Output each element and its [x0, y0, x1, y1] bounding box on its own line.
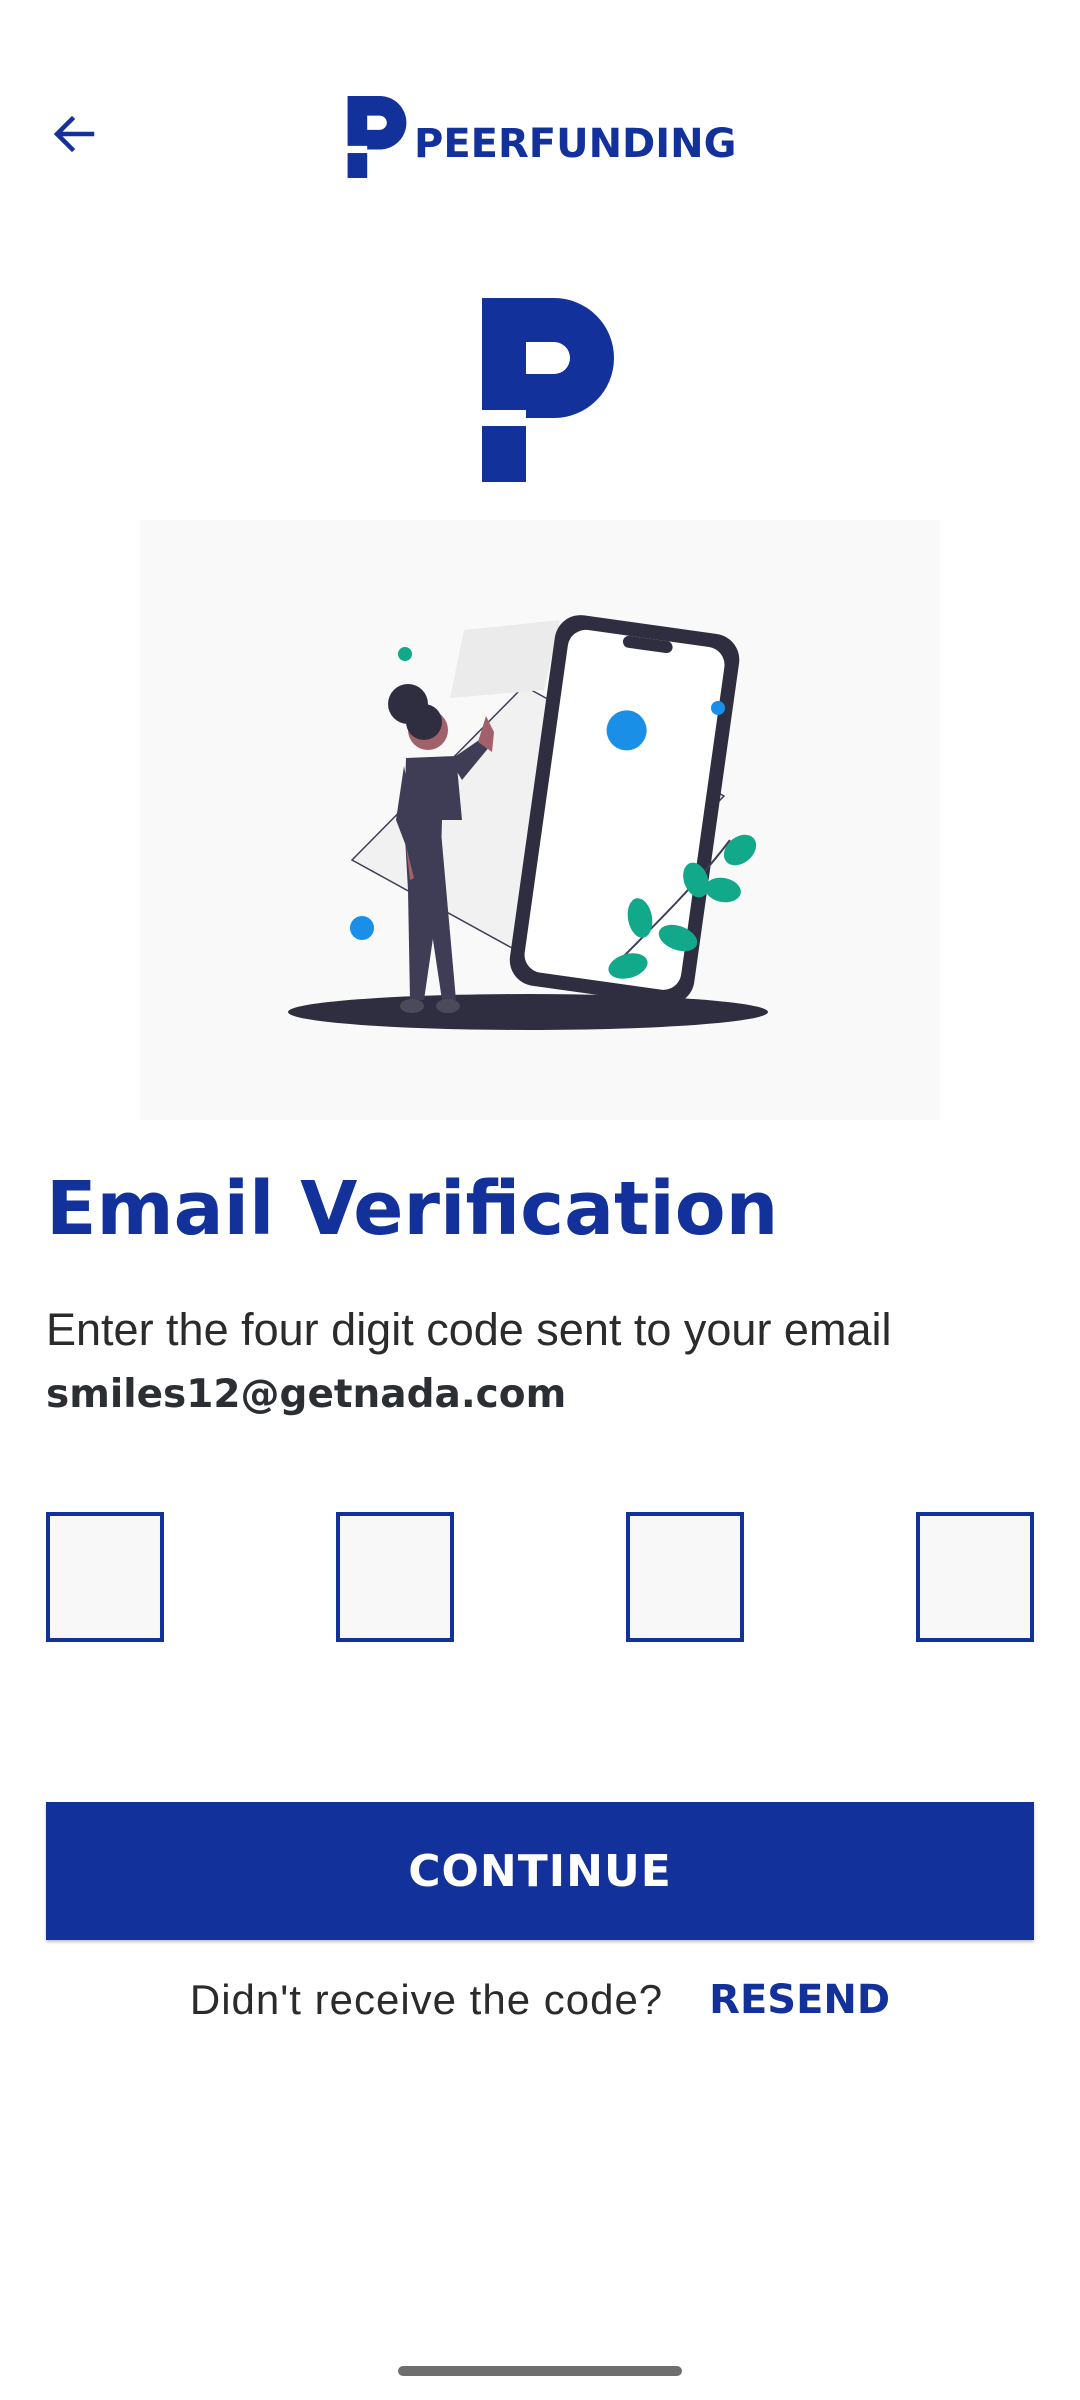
code-digit-1-input[interactable]: [46, 1512, 164, 1642]
brand-logo: PEERFUNDING: [346, 94, 736, 180]
top-bar: PEERFUNDING: [0, 0, 1080, 230]
instruction-text: Enter the four digit code sent to your e…: [46, 1304, 892, 1355]
continue-button[interactable]: CONTINUE: [46, 1802, 1034, 1940]
resend-row: Didn't receive the code? RESEND: [0, 1976, 1080, 2024]
resend-link[interactable]: RESEND: [709, 1977, 890, 2023]
code-digit-4-input[interactable]: [916, 1512, 1034, 1642]
peerfunding-mark-icon: [482, 298, 614, 482]
home-indicator[interactable]: [398, 2366, 682, 2376]
verification-illustration: [140, 520, 940, 1120]
arrow-left-icon: [53, 115, 95, 153]
code-digit-2-input[interactable]: [336, 1512, 454, 1642]
back-button[interactable]: [36, 96, 112, 172]
peerfunding-logo-icon: [347, 96, 407, 178]
page-title: Email Verification: [46, 1166, 779, 1252]
brand-name: PEERFUNDING: [414, 121, 737, 167]
code-digit-3-input[interactable]: [626, 1512, 744, 1642]
email-address: smiles12@getnada.com: [46, 1372, 567, 1417]
resend-question: Didn't receive the code?: [189, 1976, 664, 2023]
person-with-phone-illustration: [288, 615, 768, 1030]
code-input-row: [46, 1512, 1034, 1642]
